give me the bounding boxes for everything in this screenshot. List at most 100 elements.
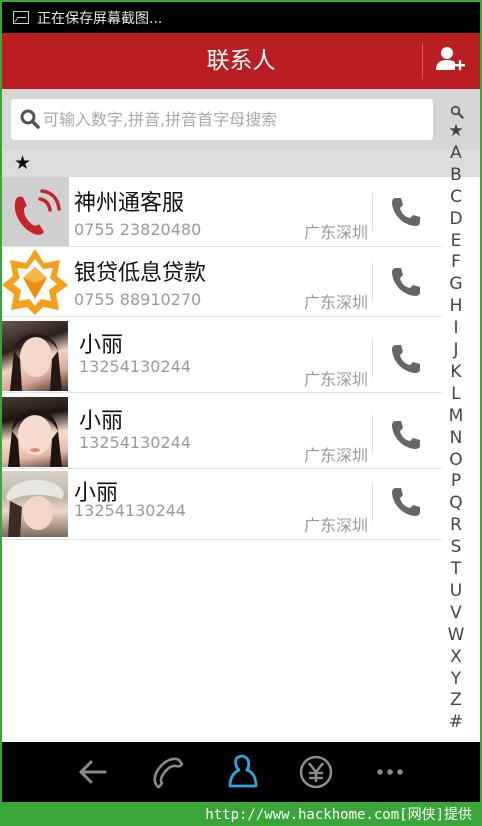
page-title: 联系人 — [206, 48, 276, 74]
index-search-icon[interactable] — [450, 105, 464, 119]
index-letter[interactable]: J — [441, 339, 471, 361]
phone-icon — [392, 345, 420, 373]
search-input[interactable] — [43, 99, 423, 140]
watermark-text: http://www.hackhome.com[网侠]提供 — [205, 807, 472, 823]
contact-location: 广东深圳 — [303, 516, 368, 535]
orange-star-logo-icon — [2, 249, 68, 315]
index-letter[interactable]: N — [441, 427, 471, 449]
search-icon — [20, 109, 40, 129]
status-text: 正在保存屏幕截图... — [37, 10, 163, 27]
call-button[interactable] — [388, 194, 424, 230]
row-divider — [372, 415, 373, 453]
index-letter[interactable]: C — [441, 186, 471, 208]
add-contact-button[interactable] — [430, 43, 470, 79]
contact-location: 广东深圳 — [303, 293, 368, 312]
index-letter[interactable]: M — [441, 405, 471, 427]
contact-name: 神州通客服 — [74, 191, 185, 216]
contact-phone: 0755 23820480 — [74, 220, 202, 239]
avatar — [2, 397, 68, 467]
yuan-icon — [299, 755, 333, 789]
index-letter[interactable]: B — [441, 164, 471, 186]
contact-location: 广东深圳 — [303, 223, 368, 242]
search-box[interactable] — [11, 99, 433, 140]
index-letter[interactable]: A — [441, 142, 471, 164]
index-letter[interactable]: X — [441, 646, 471, 668]
contact-phone: 13254130244 — [74, 501, 186, 520]
photo-icon — [10, 333, 62, 391]
avatar — [2, 471, 68, 537]
contact-row[interactable]: 小丽 13254130244 广东深圳 — [2, 317, 442, 393]
contact-row[interactable]: 银贷低息贷款 0755 88910270 广东深圳 — [2, 247, 442, 317]
contact-phone: 13254130244 — [79, 357, 191, 376]
index-letter[interactable]: F — [441, 251, 471, 273]
index-letter[interactable]: E — [441, 230, 471, 252]
nav-back[interactable] — [72, 754, 112, 790]
index-letter[interactable]: P — [441, 470, 471, 492]
contact-phone: 0755 88910270 — [74, 290, 202, 309]
avatar — [2, 321, 68, 391]
title-divider — [422, 43, 423, 79]
index-letter[interactable]: Z — [441, 689, 471, 711]
phone-icon — [392, 488, 420, 516]
row-divider — [372, 483, 373, 521]
watermark-bar: http://www.hackhome.com[网侠]提供 — [2, 802, 480, 824]
phone-icon — [392, 421, 420, 449]
index-letter[interactable]: T — [441, 558, 471, 580]
contact-name: 银贷低息贷款 — [74, 261, 207, 286]
contact-location: 广东深圳 — [303, 446, 368, 465]
nav-contacts[interactable] — [223, 754, 263, 790]
photo-icon — [6, 479, 64, 537]
nav-more[interactable] — [370, 754, 410, 790]
more-icon — [377, 769, 403, 775]
index-letter[interactable]: L — [441, 383, 471, 405]
red-phone-logo-icon — [14, 189, 61, 235]
nav-yuan[interactable] — [296, 754, 336, 790]
index-letter[interactable]: Q — [441, 492, 471, 514]
contact-row[interactable]: 小丽 13254130244 广东深圳 — [2, 393, 442, 469]
add-contact-icon — [436, 47, 465, 71]
nav-dialer[interactable] — [148, 754, 188, 790]
index-letter[interactable]: U — [441, 580, 471, 602]
call-button[interactable] — [388, 264, 424, 300]
row-divider — [372, 193, 373, 231]
title-bar: 联系人 — [2, 33, 480, 89]
row-divider — [372, 339, 373, 377]
call-button[interactable] — [388, 484, 424, 520]
bottom-nav — [2, 742, 480, 802]
contact-name: 小丽 — [79, 409, 124, 434]
index-letter[interactable]: V — [441, 602, 471, 624]
index-letter[interactable]: O — [441, 449, 471, 471]
app-window: 正在保存屏幕截图... 联系人 ★ — [2, 2, 480, 824]
alphabet-index[interactable]: ★ A B C D E F G H I J K L M N O P Q R S T U V W X Y Z # — [441, 102, 471, 734]
index-letter[interactable]: S — [441, 536, 471, 558]
photo-icon — [8, 410, 62, 467]
screenshot-icon — [13, 11, 29, 24]
index-letter[interactable]: I — [441, 317, 471, 339]
call-button[interactable] — [388, 417, 424, 453]
search-bar — [2, 89, 480, 150]
avatar — [2, 177, 69, 246]
section-label: ★ — [14, 152, 32, 174]
section-header-favorites: ★ — [2, 150, 480, 177]
contacts-icon — [228, 754, 258, 788]
contact-phone: 13254130244 — [79, 433, 191, 452]
index-letter[interactable]: H — [441, 295, 471, 317]
index-letter[interactable]: R — [441, 514, 471, 536]
call-button[interactable] — [388, 341, 424, 377]
index-letter[interactable]: Y — [441, 668, 471, 690]
contact-name: 小丽 — [79, 333, 124, 358]
contact-location: 广东深圳 — [303, 370, 368, 389]
back-icon — [79, 760, 107, 784]
contact-row[interactable]: 小丽 13254130244 广东深圳 — [2, 469, 442, 540]
index-letter[interactable]: G — [441, 273, 471, 295]
phone-icon — [392, 198, 420, 226]
row-divider — [372, 263, 373, 301]
index-letter[interactable]: # — [441, 711, 471, 733]
index-letter[interactable]: ★ — [441, 120, 471, 142]
index-letter[interactable]: W — [441, 624, 471, 646]
avatar — [2, 247, 69, 316]
index-letter[interactable]: D — [441, 208, 471, 230]
index-letter[interactable]: K — [441, 361, 471, 383]
contact-row[interactable]: 神州通客服 0755 23820480 广东深圳 — [2, 177, 442, 247]
phone-icon — [392, 268, 420, 296]
